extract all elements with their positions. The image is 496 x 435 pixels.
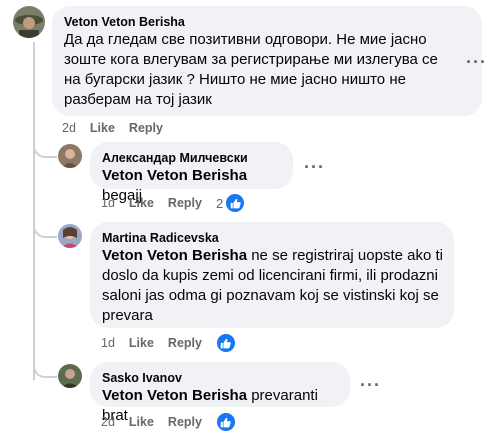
- comment-bubble: Александар Милчевски Veton Veton Berisha…: [90, 142, 293, 204]
- comment-time[interactable]: 2d: [101, 415, 115, 429]
- comment-aleksandar: Александар Милчевски Veton Veton Berisha…: [0, 140, 496, 215]
- avatar[interactable]: [13, 6, 45, 38]
- reply-button[interactable]: Reply: [168, 336, 202, 350]
- avatar[interactable]: [58, 224, 82, 248]
- more-options-icon[interactable]: ···: [304, 158, 325, 176]
- reaction-count[interactable]: 2: [216, 196, 223, 211]
- like-icon[interactable]: [215, 412, 236, 432]
- like-button[interactable]: Like: [129, 415, 154, 429]
- comment-author[interactable]: Veton Veton Berisha: [64, 14, 470, 30]
- comment-text: Veton Veton Berisha ne se registriraj uo…: [102, 246, 450, 326]
- comment-bubble: Martina Radicevska Veton Veton Berisha n…: [90, 222, 454, 328]
- comment-actions: 2d Like Reply: [62, 119, 177, 137]
- avatar[interactable]: [58, 364, 82, 388]
- like-icon[interactable]: [215, 333, 236, 353]
- like-button[interactable]: Like: [129, 336, 154, 350]
- more-options-icon[interactable]: ···: [360, 376, 381, 394]
- comment-author[interactable]: Sasko Ivanov: [102, 370, 338, 386]
- comment-sasko: Sasko Ivanov Veton Veton Berisha prevara…: [0, 360, 496, 435]
- comment-actions: 2d Like Reply: [101, 412, 236, 432]
- comment-veton: Veton Veton Berisha Да да гледам све поз…: [0, 0, 496, 140]
- mention-link[interactable]: Veton Veton Berisha: [102, 247, 247, 264]
- comment-bubble: Sasko Ivanov Veton Veton Berisha prevara…: [90, 362, 350, 424]
- like-icon[interactable]: [225, 193, 246, 213]
- reply-button[interactable]: Reply: [168, 415, 202, 429]
- comment-martina: Martina Radicevska Veton Veton Berisha n…: [0, 220, 496, 355]
- like-button[interactable]: Like: [129, 196, 154, 210]
- comment-time[interactable]: 1d: [101, 196, 115, 210]
- comment-text: Да да гледам све позитивни одговори. Не …: [64, 31, 438, 108]
- comment-time[interactable]: 1d: [101, 336, 115, 350]
- like-button[interactable]: Like: [90, 121, 115, 135]
- mention-link[interactable]: Veton Veton Berisha: [102, 387, 247, 404]
- comment-time[interactable]: 2d: [62, 121, 76, 135]
- reply-button[interactable]: Reply: [168, 196, 202, 210]
- comment-author[interactable]: Martina Radicevska: [102, 230, 442, 246]
- avatar[interactable]: [58, 144, 82, 168]
- reply-button[interactable]: Reply: [129, 121, 163, 135]
- more-options-icon[interactable]: ···: [466, 53, 487, 71]
- comment-bubble: Veton Veton Berisha Да да гледам све поз…: [52, 6, 482, 116]
- comment-actions: 1d Like Reply: [101, 333, 236, 353]
- comment-actions: 1d Like Reply 2: [101, 193, 246, 213]
- mention-link[interactable]: Veton Veton Berisha: [102, 167, 247, 184]
- comment-author[interactable]: Александар Милчевски: [102, 150, 281, 166]
